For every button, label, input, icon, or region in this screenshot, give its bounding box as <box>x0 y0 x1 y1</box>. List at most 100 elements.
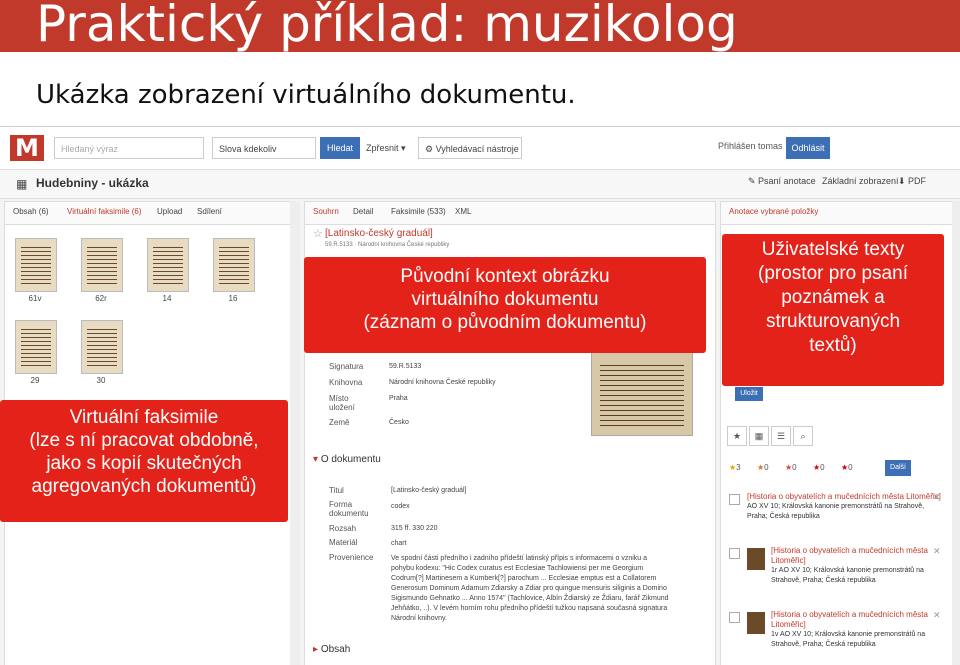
more-button[interactable]: Další <box>885 460 911 476</box>
tab-upload[interactable]: Upload <box>157 207 182 216</box>
app-logo[interactable]: M <box>10 135 44 161</box>
close-icon[interactable]: ✕ <box>933 610 941 621</box>
callout-virtual-facsimile: Virtuální faksimile (lze s ní pracovat o… <box>0 400 288 522</box>
pencil-icon: ✎ <box>748 176 759 186</box>
write-annotation-button[interactable]: ✎ Psaní anotace <box>748 176 816 187</box>
facsimile-thumbnail[interactable] <box>15 320 57 374</box>
facsimile-thumbnail[interactable] <box>213 238 255 292</box>
tab-annotation[interactable]: Anotace vybrané položky <box>729 207 818 216</box>
thumbnail-caption: 30 <box>96 376 106 385</box>
callout-user-texts: Uživatelské texty (prostor pro psaní poz… <box>722 234 944 386</box>
field-label: Provenience <box>329 553 374 562</box>
left-scrollbar[interactable] <box>290 201 300 665</box>
pdf-button[interactable]: ⬇ PDF <box>898 176 926 187</box>
record-subtitle: 59.R.5133 · Národní knihovna České repub… <box>325 242 450 248</box>
field-value: Národní knihovna České republiky <box>389 379 496 386</box>
callout-line: (lze s ní pracovat obdobně, <box>29 430 259 451</box>
result-title[interactable]: [Historia o obyvatelích a mučednících mě… <box>771 610 931 630</box>
left-tabs: Obsah (6) Virtuální faksimile (6) Upload… <box>5 202 291 225</box>
search-scope-select[interactable]: Slova kdekoliv <box>212 137 316 159</box>
field-value: [Latinsko-český graduál] <box>391 487 467 494</box>
chevron-right-icon: ▸ <box>313 644 321 655</box>
result-item[interactable]: [Historia o obyvatelích a mučednících mě… <box>771 610 931 650</box>
search-button[interactable]: Hledat <box>320 137 360 159</box>
rating-1[interactable]: ★0 <box>785 463 797 472</box>
top-navbar: M Hledaný výraz Slova kdekoliv Hledat Zp… <box>0 127 960 170</box>
callout-line: Původní kontext obrázku <box>400 266 610 287</box>
facsimile-thumbnail[interactable] <box>147 238 189 292</box>
thumbnail-caption: 61v <box>28 294 42 303</box>
slide-title: Praktický příklad: muzikolog <box>36 0 738 53</box>
rating-count: 0 <box>764 463 769 472</box>
about-section-header[interactable]: ▾ O dokumentu <box>313 454 381 465</box>
facsimile-thumbnail[interactable] <box>81 238 123 292</box>
record-header: ☆ [Latinsko-český graduál] 59.R.5133 · N… <box>305 218 715 258</box>
result-title[interactable]: [Historia o obyvatelích a mučednících mě… <box>771 546 931 566</box>
result-title[interactable]: [Historia o obyvatelích a mučednících mě… <box>747 492 943 502</box>
chevron-down-icon: ▾ <box>313 454 321 465</box>
document-image[interactable] <box>591 352 693 436</box>
star-icon[interactable]: ★ <box>727 426 747 446</box>
search-tools-button[interactable]: ⚙ Vyhledávací nástroje <box>418 137 522 159</box>
field-label: Země <box>329 418 350 427</box>
callout-original-context: Původní kontext obrázku virtuálního doku… <box>304 257 706 353</box>
tab-summary[interactable]: Souhrn <box>313 207 339 216</box>
list-icon[interactable]: ☰ <box>771 426 791 446</box>
result-item[interactable]: [Historia o obyvatelích a mučednících mě… <box>771 546 931 586</box>
tab-facsimile[interactable]: Faksimile (533) <box>391 207 446 216</box>
callout-line: (prostor pro psaní <box>758 263 908 284</box>
tab-content[interactable]: Obsah (6) <box>13 207 49 216</box>
slide-subtitle: Ukázka zobrazení virtuálního dokumentu. <box>36 80 576 110</box>
field-label: Místo uložení <box>329 394 355 412</box>
grid-icon[interactable]: ▦ <box>16 178 28 190</box>
rating-2[interactable]: ★0 <box>757 463 769 472</box>
rating-count: 3 <box>736 463 741 472</box>
basic-view-button[interactable]: Základní zobrazení <box>822 176 899 186</box>
result-item[interactable]: [Historia o obyvatelích a mučednících mě… <box>747 492 943 522</box>
grid-icon[interactable]: ▦ <box>749 426 769 446</box>
about-section-label: O dokumentu <box>320 454 381 465</box>
rating-count: 0 <box>820 463 825 472</box>
field-label: Signatura <box>329 362 364 371</box>
result-checkbox[interactable] <box>729 612 740 623</box>
search-tools-label: Vyhledávací nástroje <box>435 144 519 154</box>
star-icon[interactable]: ☆ <box>313 227 323 240</box>
download-icon: ⬇ <box>898 176 909 186</box>
result-description: 1v AO XV 10; Královská kanonie premonstr… <box>771 631 926 648</box>
search-icon[interactable]: ⌕ <box>793 426 813 446</box>
rating-dark[interactable]: ★0 <box>841 463 853 472</box>
rating-3[interactable]: ★3 <box>729 463 741 472</box>
callout-line: (záznam o původním dokumentu) <box>363 312 647 333</box>
callout-line: virtuálního dokumentu <box>411 289 599 310</box>
rating-count: 0 <box>848 463 853 472</box>
result-checkbox[interactable] <box>729 548 740 559</box>
rating-red[interactable]: ★0 <box>813 463 825 472</box>
right-scrollbar[interactable] <box>952 201 960 665</box>
record-title[interactable]: [Latinsko-český graduál] <box>325 228 433 239</box>
content-section-label: Obsah <box>320 644 351 655</box>
thumbnail-caption: 29 <box>30 376 40 385</box>
tab-sharing[interactable]: Sdílení <box>197 207 222 216</box>
search-input[interactable]: Hledaný výraz <box>54 137 204 159</box>
logout-button[interactable]: Odhlásit <box>786 137 830 159</box>
app-screenshot: M Hledaný výraz Slova kdekoliv Hledat Zp… <box>0 126 960 665</box>
field-value: chart <box>391 540 407 547</box>
field-value: codex <box>391 503 410 510</box>
close-icon[interactable]: ✕ <box>933 492 941 503</box>
callout-line: poznámek a <box>781 287 885 308</box>
field-value: Česko <box>389 419 409 426</box>
tab-xml[interactable]: XML <box>455 207 471 216</box>
tab-detail[interactable]: Detail <box>353 207 373 216</box>
refine-button[interactable]: Zpřesnit ▾ <box>366 137 412 159</box>
field-label: Rozsah <box>329 524 357 533</box>
close-icon[interactable]: ✕ <box>933 546 941 557</box>
content-section-header[interactable]: ▸ Obsah <box>313 644 350 655</box>
result-description: 1r AO XV 10; Královská kanonie premonstr… <box>771 567 924 584</box>
result-thumbnail[interactable] <box>747 612 765 634</box>
save-button[interactable]: Uložit <box>735 387 763 401</box>
facsimile-thumbnail[interactable] <box>81 320 123 374</box>
facsimile-thumbnail[interactable] <box>15 238 57 292</box>
result-checkbox[interactable] <box>729 494 740 505</box>
result-thumbnail[interactable] <box>747 548 765 570</box>
tab-virtual-facsimile[interactable]: Virtuální faksimile (6) <box>67 207 142 216</box>
